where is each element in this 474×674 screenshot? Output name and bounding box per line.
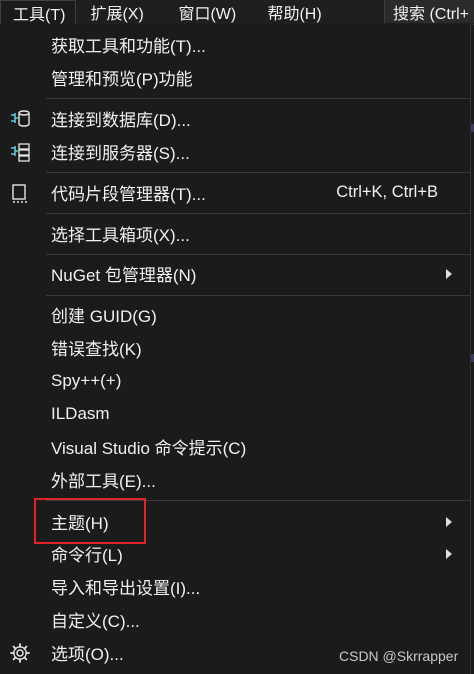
watermark-text: CSDN @Skrrapper bbox=[339, 648, 459, 664]
menu-item-label: NuGet 包管理器(N) bbox=[51, 266, 197, 285]
highlight-annotation-box bbox=[34, 498, 146, 544]
menu-item-label: 导入和导出设置(I)... bbox=[51, 579, 201, 598]
separator bbox=[46, 295, 470, 296]
menu-tools[interactable]: 工具(T) bbox=[0, 0, 77, 25]
menu-item-label: 选择工具箱项(X)... bbox=[51, 226, 190, 245]
submenu-arrow-icon bbox=[446, 548, 452, 559]
menu-item-label: Visual Studio 命令提示(C) bbox=[51, 439, 247, 458]
separator bbox=[46, 98, 470, 99]
snippet-icon bbox=[9, 182, 31, 204]
menu-item-snippet-manager[interactable]: 代码片段管理器(T)... Ctrl+K, Ctrl+B bbox=[0, 176, 470, 209]
submenu-arrow-icon bbox=[446, 516, 452, 527]
menu-item-spy[interactable]: Spy++(+) bbox=[0, 364, 470, 397]
menu-help[interactable]: 帮助(H) bbox=[262, 0, 354, 24]
menu-item-import-export[interactable]: 导入和导出设置(I)... bbox=[0, 570, 470, 603]
menu-item-ildasm[interactable]: ILDasm bbox=[0, 397, 470, 430]
tools-dropdown-menu: 获取工具和功能(T)... 管理和预览(P)功能 连接到数据库(D)... 连接… bbox=[0, 24, 474, 674]
menu-item-connect-server[interactable]: 连接到服务器(S)... bbox=[0, 135, 470, 168]
menu-item-label: 自定义(C)... bbox=[51, 612, 140, 631]
menu-item-label: Spy++(+) bbox=[51, 370, 122, 390]
menu-item-error-lookup[interactable]: 错误查找(K) bbox=[0, 331, 470, 364]
menu-item-label: 代码片段管理器(T)... bbox=[51, 185, 206, 204]
menu-item-label: 命令行(L) bbox=[51, 546, 123, 565]
menu-item-vs-command-prompt[interactable]: Visual Studio 命令提示(C) bbox=[0, 430, 470, 463]
menu-item-external-tools[interactable]: 外部工具(E)... bbox=[0, 463, 470, 496]
menu-item-label: 连接到服务器(S)... bbox=[51, 144, 190, 163]
menu-item-get-tools[interactable]: 获取工具和功能(T)... bbox=[0, 28, 470, 61]
server-connect-icon bbox=[9, 141, 31, 163]
menu-extensions[interactable]: 扩展(X) bbox=[76, 0, 170, 24]
menu-item-label: ILDasm bbox=[51, 403, 110, 423]
search-box[interactable]: 搜索 (Ctrl+ bbox=[384, 0, 474, 23]
menu-item-customize[interactable]: 自定义(C)... bbox=[0, 603, 470, 636]
menu-item-label: 外部工具(E)... bbox=[51, 472, 156, 491]
menu-item-label: 管理和预览(P)功能 bbox=[51, 70, 193, 89]
database-connect-icon bbox=[9, 108, 31, 130]
menu-item-label: 连接到数据库(D)... bbox=[51, 111, 191, 130]
menu-item-manage-preview[interactable]: 管理和预览(P)功能 bbox=[0, 61, 470, 94]
submenu-arrow-icon bbox=[446, 268, 452, 279]
separator bbox=[46, 254, 470, 255]
menu-item-shortcut: Ctrl+K, Ctrl+B bbox=[336, 183, 438, 201]
gear-icon bbox=[9, 642, 31, 664]
menu-item-label: 创建 GUID(G) bbox=[51, 307, 157, 326]
menu-item-nuget[interactable]: NuGet 包管理器(N) bbox=[0, 257, 470, 290]
separator bbox=[46, 213, 470, 214]
menu-item-create-guid[interactable]: 创建 GUID(G) bbox=[0, 298, 470, 331]
menu-item-connect-database[interactable]: 连接到数据库(D)... bbox=[0, 102, 470, 135]
separator bbox=[46, 172, 470, 173]
menu-item-label: 选项(O)... bbox=[51, 645, 124, 664]
menu-item-choose-toolbox[interactable]: 选择工具箱项(X)... bbox=[0, 217, 470, 250]
menu-window[interactable]: 窗口(W) bbox=[170, 0, 262, 24]
menu-item-label: 获取工具和功能(T)... bbox=[51, 37, 206, 56]
menu-item-label: 错误查找(K) bbox=[51, 340, 142, 359]
